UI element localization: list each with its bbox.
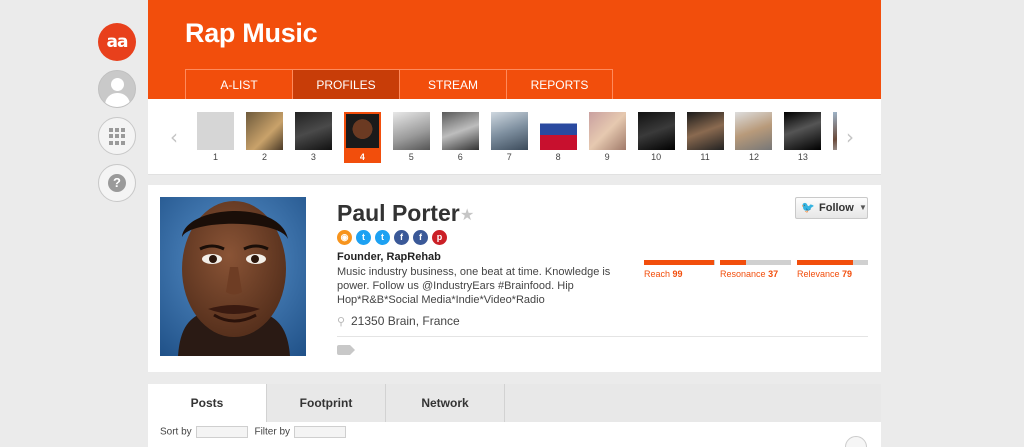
content-tabs-panel: Posts Footprint Network Sort by Filter b… [148, 384, 881, 447]
carousel-thumbs: 1 2 3 4 5 6 7 8 9 10 11 12 13 14 1 [197, 112, 837, 164]
thumb-image [833, 112, 837, 150]
metric-fill [720, 260, 747, 265]
profile-thumb[interactable]: 1 [197, 112, 234, 163]
favorite-star-icon[interactable]: ★ [460, 205, 474, 225]
facebook-icon[interactable]: f [413, 230, 428, 245]
thumb-image [686, 112, 724, 150]
profile-card: Paul Porter ★ ◉ t t f f p Founder, RapRe… [148, 185, 881, 372]
chevron-down-icon: ▼ [859, 203, 867, 212]
avatar-head [111, 78, 124, 91]
profile-carousel: ‹ 1 2 3 4 5 6 7 8 9 10 11 12 13 14 1 › [148, 99, 881, 175]
page-title: Rap Music [185, 18, 318, 48]
twitter-icon[interactable]: t [375, 230, 390, 245]
twitter-follow-button[interactable]: 🐦 Follow ▼ [795, 197, 868, 219]
social-links: ◉ t t f f p [337, 230, 447, 245]
metric-fill [644, 260, 715, 265]
carousel-next-icon[interactable]: › [846, 125, 854, 149]
thumb-image [392, 112, 430, 150]
posts-panel: Sort by Filter by [148, 422, 881, 447]
carousel-prev-icon[interactable]: ‹ [170, 125, 178, 149]
thumb-image [539, 112, 577, 150]
question-mark-icon: ? [108, 174, 126, 192]
metric-bar [720, 260, 791, 265]
thumb-image [784, 112, 822, 150]
thumb-image [343, 112, 381, 150]
content-tabs: Posts Footprint Network [148, 384, 505, 422]
thumb-image [441, 112, 479, 150]
location-text: 21350 Brain, France [351, 314, 460, 328]
tab-posts[interactable]: Posts [148, 384, 267, 422]
thumb-image [490, 112, 528, 150]
follow-label: Follow [819, 202, 854, 214]
sort-label: Sort by [160, 426, 192, 438]
profile-thumb[interactable]: 10 [637, 112, 675, 163]
metric-label: Resonance [720, 269, 766, 279]
profile-thumb[interactable]: 11 [686, 112, 724, 163]
main-tabs: A-LIST PROFILES STREAM REPORTS [185, 69, 613, 99]
metric-value: 79 [842, 269, 853, 279]
tag-icon[interactable] [337, 345, 355, 355]
filter-label: Filter by [254, 426, 291, 438]
metric-value: 37 [768, 269, 779, 279]
brand-logo[interactable]: aa [98, 23, 136, 61]
user-avatar-icon[interactable] [98, 70, 136, 108]
sort-select[interactable] [195, 426, 248, 438]
thumb-image [197, 112, 234, 150]
profile-name: Paul Porter [337, 200, 460, 226]
facebook-icon[interactable]: f [394, 230, 409, 245]
tab-a-list[interactable]: A-LIST [185, 69, 292, 99]
profile-photo [160, 197, 306, 356]
apps-grid-icon[interactable] [98, 117, 136, 155]
avatar-body [105, 93, 130, 107]
tab-reports[interactable]: REPORTS [506, 69, 613, 99]
metric-value: 99 [672, 269, 683, 279]
left-rail: aa ? [98, 23, 136, 202]
profile-portrait [160, 197, 306, 356]
tab-network[interactable]: Network [386, 384, 505, 422]
profile-bio: Music industry business, one beat at tim… [337, 266, 611, 306]
tab-profiles[interactable]: PROFILES [292, 69, 399, 99]
thumb-image [245, 112, 283, 150]
thumb-image [588, 112, 626, 150]
profile-thumb[interactable]: 12 [735, 112, 773, 163]
thumb-image [637, 112, 675, 150]
metric-reach: Reach 99 [644, 260, 715, 279]
filter-select[interactable] [294, 426, 347, 438]
profile-location: ⚲ 21350 Brain, France [337, 314, 460, 328]
location-pin-icon: ⚲ [337, 316, 346, 328]
profile-thumb[interactable]: 13 [784, 112, 822, 163]
metric-fill [797, 260, 854, 265]
profile-thumb-selected[interactable]: 4 [343, 112, 381, 163]
metric-label: Reach [644, 269, 671, 279]
thumb-image [735, 112, 773, 150]
pinterest-icon[interactable]: p [432, 230, 447, 245]
grid-icon [109, 128, 126, 145]
help-icon[interactable]: ? [98, 164, 136, 202]
twitter-bird-icon: 🐦 [801, 202, 815, 214]
profile-thumb[interactable]: 7 [490, 112, 528, 163]
metric-bar [797, 260, 868, 265]
profile-thumb[interactable]: 9 [588, 112, 626, 163]
profile-thumb[interactable]: 8 [539, 112, 577, 163]
metric-resonance: Resonance 37 [720, 260, 791, 279]
rss-icon[interactable]: ◉ [337, 230, 352, 245]
sort-filter-row: Sort by Filter by [160, 426, 350, 438]
metric-relevance: Relevance 79 [797, 260, 868, 279]
profile-title: Founder, RapRehab [337, 251, 441, 263]
profile-thumb[interactable]: 2 [245, 112, 283, 163]
profile-thumb[interactable]: 14 [833, 112, 837, 163]
divider [337, 336, 868, 337]
tab-stream[interactable]: STREAM [399, 69, 506, 99]
tab-footprint[interactable]: Footprint [267, 384, 386, 422]
metric-bar [644, 260, 715, 265]
profile-thumb[interactable]: 6 [441, 112, 479, 163]
topic-header: Rap Music A-LIST PROFILES STREAM REPORTS [148, 0, 881, 99]
metric-label: Relevance [797, 269, 840, 279]
profile-thumb[interactable]: 3 [294, 112, 332, 163]
profile-thumb[interactable]: 5 [392, 112, 430, 163]
twitter-icon[interactable]: t [356, 230, 371, 245]
thumb-image [294, 112, 332, 150]
